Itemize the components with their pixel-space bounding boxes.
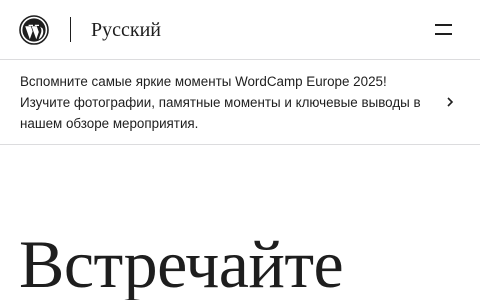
banner-line-3: нашем обзоре мероприятия. [20,116,199,131]
banner-text: Вспомните самые яркие моменты WordCamp E… [20,71,435,134]
wordpress-logo-icon[interactable] [19,15,49,45]
site-header: Русский [0,0,480,60]
hamburger-menu-icon [435,24,452,26]
banner-line-1: Вспомните самые яркие моменты WordCamp E… [20,74,387,89]
hamburger-menu-icon-line [435,33,452,35]
header-divider [70,17,71,42]
chevron-right-icon[interactable] [444,96,456,108]
event-announcement-banner[interactable]: Вспомните самые яркие моменты WordCamp E… [0,61,480,145]
site-language-title[interactable]: Русский [91,19,161,41]
menu-button[interactable] [430,18,456,42]
banner-line-2: Изучите фотографии, памятные моменты и к… [20,95,421,110]
hero-title: Встречайте [19,226,344,300]
